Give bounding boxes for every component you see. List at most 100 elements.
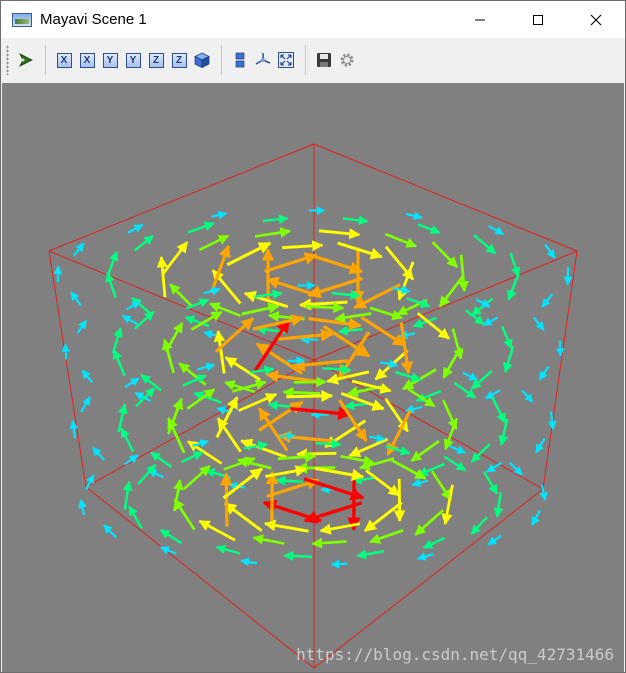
vector-arrow — [226, 241, 272, 267]
vector-arrow — [393, 478, 406, 522]
maximize-icon — [533, 14, 543, 25]
vector-arrow — [334, 312, 372, 323]
vector-arrow — [161, 241, 189, 276]
vector-arrow — [279, 431, 296, 441]
vector-arrow — [167, 417, 186, 454]
vector-arrow — [338, 325, 363, 336]
vector-arrow — [414, 509, 444, 536]
vector-arrow — [404, 404, 423, 414]
outline-edge — [313, 488, 544, 669]
vector-arrow — [315, 466, 365, 481]
vector-arrow — [240, 557, 258, 567]
vector-arrow — [127, 223, 144, 234]
vector-arrow — [384, 232, 417, 248]
vector-arrow — [363, 501, 403, 533]
vector-arrow — [282, 240, 324, 252]
vector-arrow — [470, 443, 491, 463]
minimize-button[interactable] — [451, 1, 509, 38]
vector-arrow — [159, 528, 183, 545]
vector-arrow — [487, 534, 502, 546]
view-x-negative-icon: X — [79, 52, 95, 68]
vector-arrow — [211, 210, 228, 220]
vector-arrow — [384, 397, 409, 433]
save-button[interactable] — [313, 49, 335, 71]
view-plus-y-button[interactable]: Y — [99, 49, 121, 71]
vector-arrow — [265, 370, 317, 383]
vector-arrow — [216, 417, 242, 453]
view-plus-x-button[interactable]: X — [53, 49, 75, 71]
vector-arrow — [187, 221, 215, 234]
vector-arrow — [438, 275, 464, 308]
vector-arrow — [491, 396, 507, 424]
vector-arrow — [197, 362, 216, 372]
view-minus-y-button[interactable]: Y — [122, 49, 144, 71]
save-icon — [317, 53, 331, 67]
vector-arrow — [222, 467, 263, 500]
vector-arrow — [493, 492, 504, 518]
gear-icon — [340, 53, 354, 67]
vector-arrow — [305, 301, 345, 314]
vector-arrow — [117, 403, 128, 433]
minimize-icon — [475, 19, 485, 20]
vector-arrow — [167, 397, 184, 435]
vector-arrow — [282, 387, 321, 398]
vector-arrow — [422, 536, 446, 549]
vector-arrow — [286, 390, 334, 403]
vector-arrow — [417, 223, 441, 235]
view-minus-x-button[interactable]: X — [76, 49, 98, 71]
vector-arrow — [417, 462, 446, 477]
vector-arrow — [103, 524, 117, 539]
vector-arrow — [169, 283, 194, 308]
axes-indicator-button[interactable] — [252, 49, 274, 71]
view-plus-z-button[interactable]: Z — [145, 49, 167, 71]
vector-field-plot[interactable] — [2, 83, 624, 672]
vector-arrow — [470, 516, 488, 535]
vector-arrow — [330, 559, 348, 569]
vector-arrow — [128, 505, 143, 529]
vector-arrow — [488, 224, 505, 236]
title-bar[interactable]: Mayavi Scene 1 — [1, 1, 625, 38]
vector-arrow — [486, 461, 502, 473]
vector-arrow — [331, 289, 361, 300]
pipeline-icon — [19, 53, 33, 67]
vector-arrow — [369, 529, 404, 544]
outline-edge — [85, 486, 315, 669]
vector-arrow — [76, 319, 88, 334]
view-y-negative-icon: Y — [125, 52, 141, 68]
view-minus-z-button[interactable]: Z — [168, 49, 190, 71]
vector-arrow — [431, 241, 459, 268]
configure-button[interactable] — [336, 49, 358, 71]
vector-arrow — [416, 552, 434, 561]
parallel-projection-button[interactable] — [229, 49, 251, 71]
vector-arrow — [137, 463, 157, 485]
vector-arrow — [224, 502, 263, 532]
vector-arrow — [563, 267, 573, 286]
vector-arrow — [192, 439, 210, 448]
vector-arrow — [449, 445, 467, 454]
pipeline-button[interactable] — [15, 49, 37, 71]
3d-scene-viewport[interactable]: https://blog.csdn.net/qq_42731466 — [2, 83, 624, 672]
vector-arrow — [198, 234, 230, 251]
close-button[interactable] — [567, 1, 625, 38]
vector-arrow — [252, 534, 285, 545]
vector-arrow — [266, 276, 315, 296]
vector-arrow — [443, 417, 459, 450]
vector-arrow — [348, 437, 389, 458]
vector-arrow — [254, 289, 283, 300]
window-title: Mayavi Scene 1 — [40, 11, 147, 28]
vector-arrow — [264, 252, 318, 273]
maximize-button[interactable] — [509, 1, 567, 38]
vector-arrow — [482, 470, 499, 495]
vector-arrow — [85, 474, 95, 490]
vector-arrow — [318, 228, 361, 240]
isometric-view-button[interactable] — [191, 49, 213, 71]
vector-arrow — [236, 457, 272, 470]
vector-arrow — [180, 451, 204, 464]
vector-arrow — [399, 322, 414, 375]
toolbar-grip[interactable] — [6, 45, 9, 75]
vector-arrow — [342, 215, 369, 226]
vector-arrow — [442, 347, 462, 379]
vector-arrow — [396, 298, 428, 316]
full-screen-button[interactable] — [275, 49, 297, 71]
vector-arrow — [547, 411, 557, 431]
